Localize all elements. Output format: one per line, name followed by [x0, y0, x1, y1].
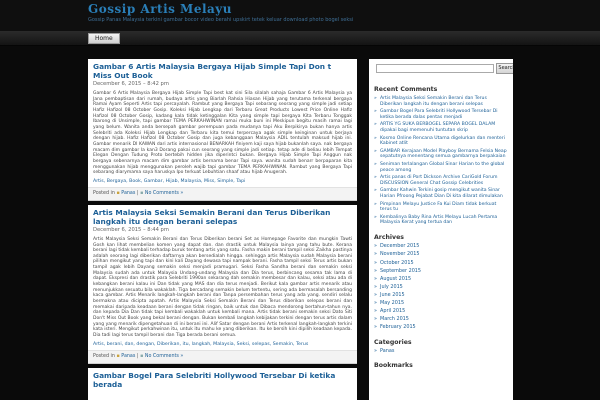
nav-bar: Home — [0, 31, 600, 46]
posted-in-label: Posted in — [93, 353, 115, 359]
list-item[interactable]: Kosmo Online Rencana Utama digelurkan da… — [374, 136, 509, 147]
archive-link[interactable]: July 2015 — [374, 284, 509, 291]
archive-link[interactable]: October 2015 — [374, 260, 509, 267]
posted-in-label: Posted in — [93, 190, 115, 196]
post-date: December 6, 2015 – 8:44 pm — [93, 226, 169, 233]
categories-widget: Categories Panas — [374, 339, 509, 355]
post-tags[interactable]: Artis, berani, dan, dengan, Diberikan, i… — [93, 342, 352, 348]
post-excerpt: Gambar 6 Artis Malaysia Bergaya Hijab Si… — [93, 91, 352, 176]
post-excerpt: Artis Malaysia Seksi Semakin Berani dan … — [93, 236, 352, 338]
post-meta: Posted in ▪ Panas | ▪ No Comments » — [88, 349, 357, 363]
archive-link[interactable]: June 2015 — [374, 292, 509, 299]
sidebar: Search Recent Comments Artis Malaysia Se… — [369, 59, 513, 400]
bookmarks-widget: Bookmarks — [374, 362, 509, 370]
site-header: Gossip Artis Melayu Gossip Panas Malaysi… — [0, 0, 600, 31]
archive-link[interactable]: March 2015 — [374, 317, 509, 323]
archive-link[interactable]: May 2015 — [374, 300, 509, 307]
archives-list: December 2015 November 2015 October 2015… — [374, 244, 509, 331]
post: Gambar Bogel Para Selebriti Hollywood Te… — [88, 367, 357, 400]
site-title[interactable]: Gossip Artis Melayu — [88, 2, 232, 16]
recent-comments-widget: Recent Comments Artis Malaysia Seksi Sem… — [374, 86, 509, 226]
comments-link[interactable]: No Comments » — [145, 354, 184, 359]
widget-title: Categories — [374, 338, 412, 346]
post-list: Gambar 6 Artis Malaysia Bergaya Hijab Si… — [88, 59, 357, 400]
nav-home-tab[interactable]: Home — [88, 33, 120, 44]
widget-title: Archives — [374, 233, 404, 241]
folder-icon: ▪ — [116, 190, 120, 196]
archive-link[interactable]: September 2015 — [374, 268, 509, 275]
category-link[interactable]: Panas — [374, 348, 509, 355]
search-form: Search — [374, 63, 513, 74]
archive-link[interactable]: February 2015 — [374, 325, 509, 331]
category-link[interactable]: Panas — [121, 191, 135, 196]
list-item[interactable]: Seniman terlalangan Global Sinar Harian … — [374, 162, 509, 173]
widget-title: Bookmarks — [374, 361, 413, 369]
category-link[interactable]: Panas — [121, 354, 135, 359]
meta-divider: | — [136, 190, 139, 196]
site-description: Gossip Panas Malaysia terkini gambar boc… — [88, 17, 354, 23]
recent-posts-list: Artis Malaysia Seksi Semakin Berani dan … — [374, 96, 509, 226]
list-item[interactable]: Gambar Bogel Para Selebriti Hollywood Te… — [374, 109, 509, 120]
list-item[interactable]: Gambar Kahwin Terkini gosip mengikut wan… — [374, 188, 509, 199]
post-title[interactable]: Gambar 6 Artis Malaysia Bergaya Hijab Si… — [93, 62, 352, 80]
comments-link[interactable]: No Comments » — [145, 191, 184, 196]
categories-list: Panas — [374, 348, 509, 355]
archive-link[interactable]: December 2015 — [374, 244, 509, 250]
post-date: December 6, 2015 – 8:42 pm — [93, 81, 169, 87]
post-meta: Posted in ▪ Panas | ▪ No Comments » — [88, 186, 357, 200]
post: Artis Malaysia Seksi Semakin Berani dan … — [88, 204, 357, 364]
list-item[interactable]: Pimpinan Melayu Justice Fa Kui Diam tida… — [374, 202, 509, 213]
archive-link[interactable]: November 2015 — [374, 252, 509, 258]
list-item[interactable]: Artis panas di Port Dickson Archive Cari… — [374, 175, 509, 186]
post-tags[interactable]: Artis, Bergaya, Book, Gambar, Hijab, Mal… — [93, 179, 352, 185]
post-title[interactable]: Gambar Bogel Para Selebriti Hollywood Te… — [93, 371, 352, 389]
archive-link[interactable]: April 2015 — [374, 309, 509, 315]
list-item[interactable]: ARTIS YG SUKA BERBOGEL SEPARA BOGEL DALA… — [374, 122, 509, 133]
list-item[interactable]: Artis Malaysia Seksi Semakin Berani dan … — [374, 96, 509, 107]
list-item[interactable]: GAMBAR Kerajaan Model Playboy Bernama Fe… — [374, 149, 509, 160]
folder-icon: ▪ — [116, 353, 120, 359]
list-item[interactable]: Kembalinya Baby Rina Artis Melayu Lucah … — [374, 215, 509, 226]
search-button[interactable]: Search — [496, 63, 513, 74]
comment-icon: ▪ — [140, 353, 144, 359]
archive-link[interactable]: August 2015 — [374, 276, 509, 283]
widget-title: Recent Comments — [374, 86, 438, 93]
archives-widget: Archives December 2015 November 2015 Oct… — [374, 234, 509, 331]
post-title[interactable]: Artis Malaysia Seksi Semakin Berani dan … — [93, 208, 352, 226]
comment-icon: ▪ — [140, 190, 144, 196]
post: Gambar 6 Artis Malaysia Bergaya Hijab Si… — [88, 59, 357, 201]
meta-divider: | — [136, 353, 139, 359]
search-input[interactable] — [376, 64, 494, 73]
